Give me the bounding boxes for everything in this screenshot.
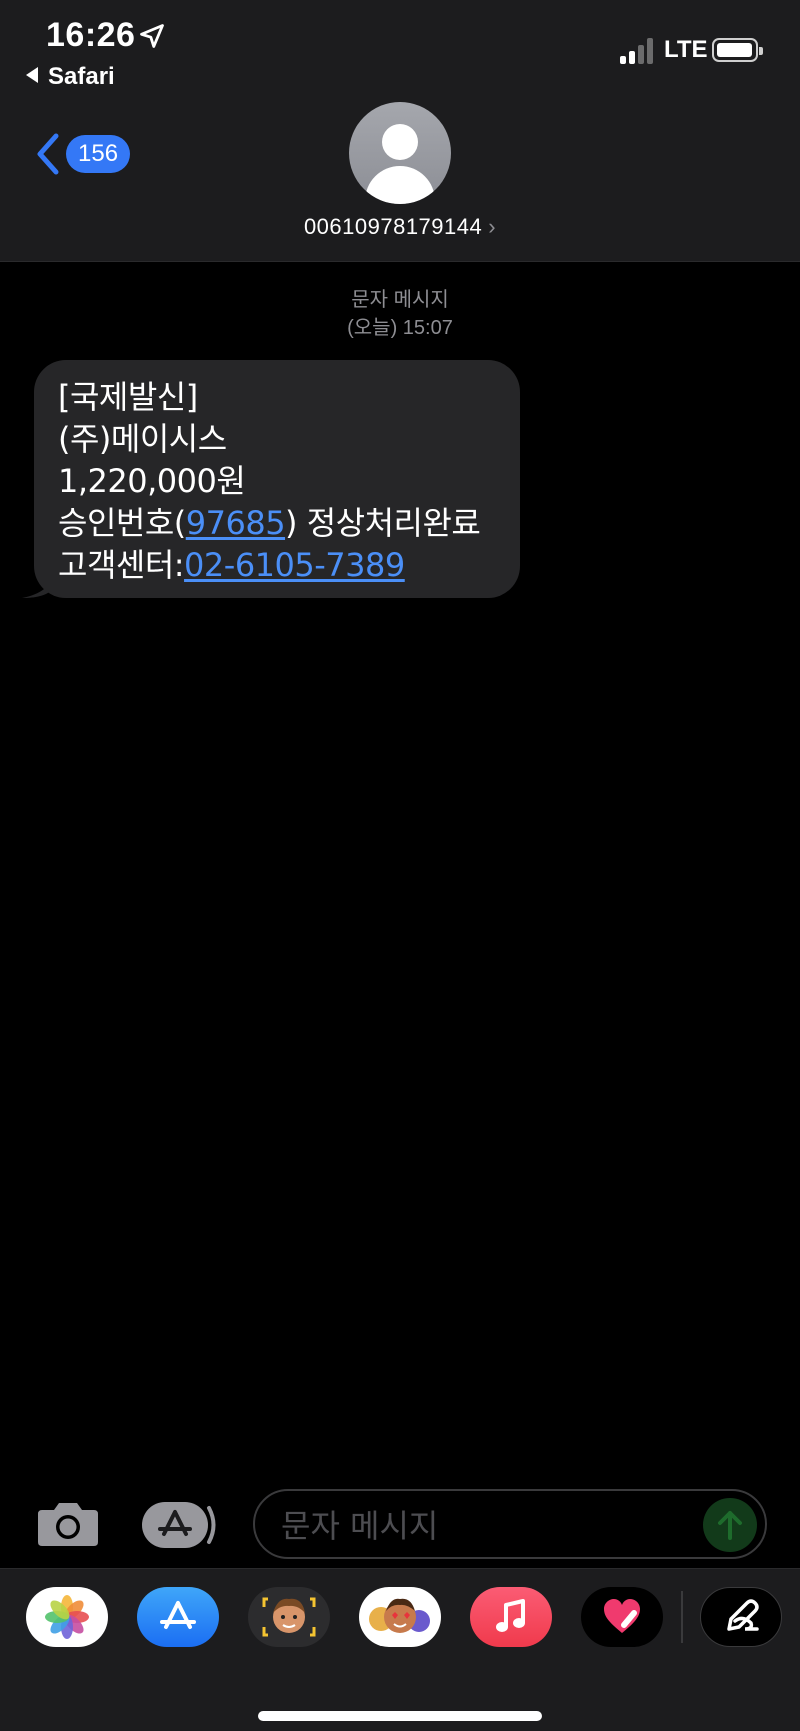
location-arrow-icon <box>140 24 164 48</box>
status-time: 16:26 <box>46 16 136 54</box>
cellular-signal-icon <box>620 38 656 64</box>
photos-icon[interactable] <box>26 1587 108 1647</box>
bubble-tail <box>22 576 52 598</box>
more-apps-icon[interactable] <box>700 1587 782 1647</box>
photos-flower <box>45 1595 89 1639</box>
home-indicator[interactable] <box>258 1711 542 1721</box>
message-text: 승인번호( <box>58 504 186 542</box>
contact-details[interactable]: 00610978179144 › <box>0 214 800 240</box>
drawer-divider <box>681 1591 683 1643</box>
arrow-up-icon <box>718 1511 742 1540</box>
conversation-header: 16:26 Safari LTE 156 00610978179144 › <box>0 0 800 262</box>
app-store-apps-icon[interactable] <box>142 1502 218 1548</box>
back-button[interactable]: 156 <box>34 130 131 178</box>
digital-touch-icon[interactable] <box>581 1587 663 1647</box>
battery-icon <box>712 38 763 62</box>
network-type: LTE <box>664 36 708 63</box>
imessage-app-drawer <box>0 1568 800 1731</box>
music-note <box>496 1599 525 1632</box>
app-store-glyph <box>160 1601 196 1629</box>
message-input[interactable]: 문자 메시지 <box>253 1489 767 1559</box>
back-app-label: Safari <box>48 63 115 90</box>
heart-glyph <box>604 1599 640 1633</box>
contact-avatar[interactable] <box>349 102 451 204</box>
app-store-icon[interactable] <box>137 1587 219 1647</box>
back-to-safari[interactable]: Safari <box>26 63 115 91</box>
camera-icon[interactable] <box>36 1498 100 1548</box>
phone-number-link[interactable]: 02-6105-7389 <box>184 546 405 584</box>
message-time: (오늘) 15:07 <box>347 317 453 339</box>
unread-count-badge: 156 <box>66 135 131 173</box>
message-line: 1,220,000원 <box>58 462 246 500</box>
message-type-label: 문자 메시지 <box>351 289 449 311</box>
message-timestamp: 문자 메시지 (오늘) 15:07 <box>0 286 800 342</box>
stickers-glyph <box>369 1598 430 1633</box>
memoji-icon[interactable] <box>248 1587 330 1647</box>
memoji-face <box>262 1597 316 1637</box>
message-text: ) 정상처리완료 <box>285 504 481 542</box>
chevron-right-icon: › <box>488 214 497 239</box>
message-input-placeholder: 문자 메시지 <box>281 1507 439 1545</box>
message-line: [국제발신] <box>58 378 198 416</box>
send-button[interactable] <box>703 1498 757 1552</box>
message-text: 고객센터: <box>58 546 185 584</box>
back-triangle-icon <box>26 67 38 83</box>
contact-number: 00610978179144 <box>303 214 483 239</box>
message-line: (주)메이시스 <box>58 420 227 458</box>
music-icon[interactable] <box>470 1587 552 1647</box>
message-line: 승인번호(97685) 정상처리완료 <box>58 502 496 544</box>
received-message-bubble[interactable]: [국제발신] (주)메이시스 1,220,000원 승인번호(97685) 정상… <box>22 360 520 598</box>
chevron-left-icon <box>37 133 59 175</box>
animoji-stickers-icon[interactable] <box>359 1587 441 1647</box>
message-line: 고객센터:02-6105-7389 <box>58 544 496 586</box>
approval-number-link[interactable]: 97685 <box>186 504 286 542</box>
pen-glyph <box>727 1599 759 1631</box>
